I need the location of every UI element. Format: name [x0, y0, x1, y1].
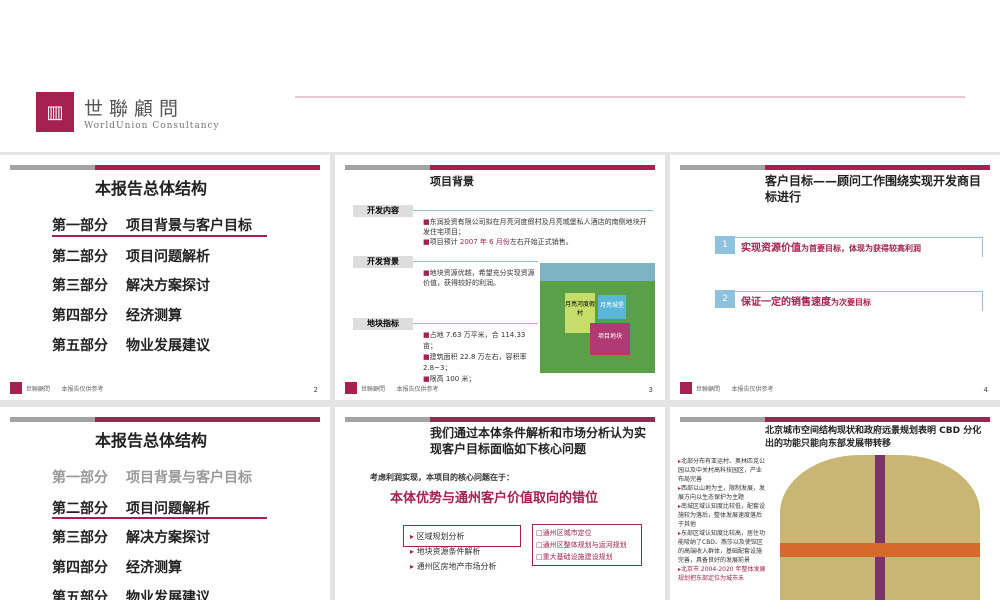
core-issue: 本体优势与通州客户价值取向的错位	[390, 491, 599, 506]
section-text: ■地块资源优越，希望充分实现资源价值，获得较好的利润。	[423, 269, 535, 287]
page-number: 2	[313, 386, 318, 394]
logo-cn: 世聯顧問	[84, 97, 185, 120]
slide-title: 北京城市空间结构现状和政府远景规划表明 CBD 分化出的功能只能向东部发展带转移	[765, 426, 982, 449]
toc-item-4: 第四部分 经济测算	[52, 308, 182, 324]
logo-mark-icon: ▥	[36, 92, 74, 132]
toc-item-3: 第三部分 解决方案探讨	[52, 530, 210, 546]
toc-item-1: 第一部分 项目背景与客户目标	[52, 218, 252, 234]
slide-title: 我们通过本体条件解析和市场分析认为实现客户目标面临如下核心问题	[430, 426, 647, 456]
slide-thumbnail-5[interactable]: 本报告总体结构 第一部分 项目背景与客户目标 第二部分 项目问题解析 第三部分 解决方…	[0, 407, 330, 600]
slide-title: 客户目标——顾问工作围绕实现开发商目标进行	[765, 174, 982, 204]
toc-item-4: 第四部分 经济测算	[52, 560, 182, 576]
section-label: 开发内容	[353, 205, 413, 217]
document-header: ▥ 世聯顧問 WorldUnion Consultancy	[0, 0, 1000, 152]
logo-en: WorldUnion Consultancy	[84, 120, 220, 131]
slide-title: 本报告总体结构	[95, 179, 208, 198]
active-underline	[52, 517, 267, 519]
slide-thumbnail-7[interactable]: 北京城市空间结构现状和政府远景规划表明 CBD 分化出的功能只能向东部发展带转移…	[670, 407, 1000, 600]
slide-footer: 世聯顧問 本报告仅供参考	[10, 382, 103, 394]
toc-item-2: 第二部分 项目问题解析	[52, 249, 210, 265]
slide-title: 本报告总体结构	[95, 431, 208, 450]
slide-title: 项目背景	[430, 175, 474, 188]
page-number: 4	[983, 386, 988, 394]
section-label: 开发背景	[353, 256, 413, 268]
site-map-image: 月亮河度假村 月亮城堡 项目地块	[540, 263, 655, 373]
section-text: ■东润投资有限公司拟在月亮河度假村及月亮城堡私人酒店的南侧地块开发住宅项目； ■项…	[423, 218, 647, 246]
beijing-map-image	[780, 455, 980, 600]
toc-item-5: 第五部分 物业发展建议	[52, 338, 210, 354]
lead-text: 考虑利润实现，本项目的核心问题在于：	[370, 473, 514, 482]
section-label: 地块指标	[353, 318, 413, 330]
toc-item-1: 第一部分 项目背景与客户目标	[52, 470, 252, 486]
analysis-list: ▸ 区域规划分析 ▸ 地块资源条件解析 ▸ 通州区房地产市场分析	[410, 532, 497, 571]
goal-1: 1 实现资源价值为首要目标，体现为获得较高利润	[715, 236, 983, 257]
slide-thumbnail-3[interactable]: 项目背景 开发内容 ■东润投资有限公司拟在月亮河度假村及月亮城堡私人酒店的南侧地…	[335, 155, 665, 400]
planning-box: □通州区城市定位 □通州区整体规划与运河规划 □重大基础设施建设规划	[532, 524, 642, 566]
toc-item-3: 第三部分 解决方案探讨	[52, 278, 210, 294]
bullet-list: ▸北部分布有亚运村、奥林匹克公园以及中关村高科技园区，产业布局完善 ▸西部以山地…	[678, 458, 766, 582]
slide-thumbnail-4[interactable]: 客户目标——顾问工作围绕实现开发商目标进行 1 实现资源价值为首要目标，体现为获得…	[670, 155, 1000, 400]
header-divider	[295, 96, 965, 98]
slide-thumbnail-6[interactable]: 我们通过本体条件解析和市场分析认为实现客户目标面临如下核心问题 考虑利润实现，本…	[335, 407, 665, 600]
toc-item-2: 第二部分 项目问题解析	[52, 501, 210, 517]
slide-thumbnail-2[interactable]: 本报告总体结构 第一部分 项目背景与客户目标 第二部分 项目问题解析 第三部分 解决方…	[0, 155, 330, 400]
active-underline	[52, 235, 267, 237]
goal-2: 2 保证一定的销售速度为次要目标	[715, 290, 983, 311]
page-number: 3	[648, 386, 653, 394]
company-logo: ▥ 世聯顧問 WorldUnion Consultancy	[36, 92, 220, 132]
section-text: ■占地 7.63 万平米，合 114.33 亩； ■建筑面积 22.8 万左右，容…	[423, 331, 527, 383]
toc-item-5: 第五部分 物业发展建议	[52, 590, 210, 600]
